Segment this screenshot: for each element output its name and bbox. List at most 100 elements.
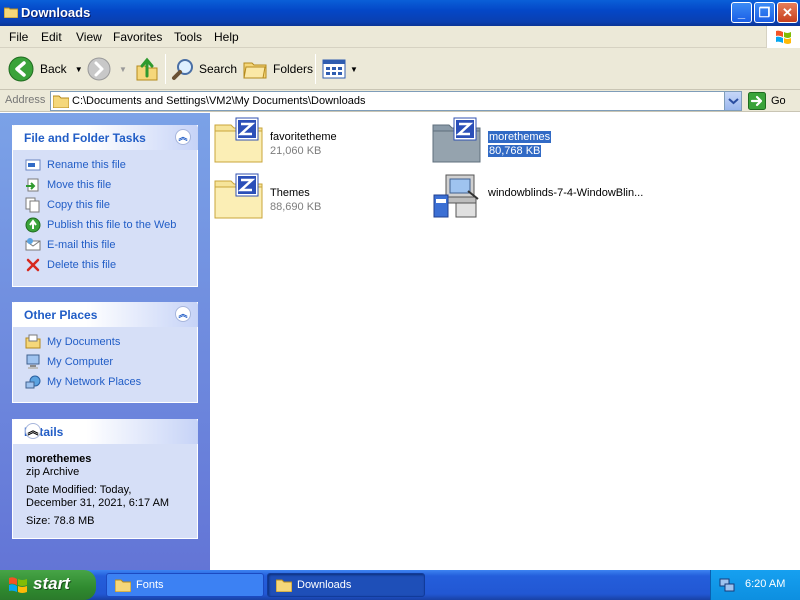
collapse-icon[interactable]: ︽	[175, 306, 191, 322]
search-button[interactable]: Search	[171, 54, 237, 84]
file-item-morethemes[interactable]: morethemes 80,768 KB	[432, 117, 652, 165]
go-arrow-icon	[748, 92, 766, 110]
copy-icon	[25, 197, 41, 213]
address-bar: Address C:\Documents and Settings\VM2\My…	[0, 90, 800, 112]
network-places-icon	[25, 374, 41, 390]
folder-icon	[276, 579, 292, 592]
details-modified-line1: Date Modified: Today,	[26, 484, 132, 496]
task-rename[interactable]: Rename this file	[25, 157, 126, 173]
folder-icon	[115, 579, 131, 592]
globe-icon	[25, 217, 41, 233]
task-email[interactable]: E-mail this file	[25, 237, 115, 253]
forward-arrow-icon	[87, 57, 111, 81]
clock[interactable]: 6:20 AM	[745, 578, 785, 590]
address-input[interactable]: C:\Documents and Settings\VM2\My Documen…	[50, 91, 742, 111]
email-icon	[25, 237, 41, 253]
taskbar-item-downloads[interactable]: Downloads	[267, 573, 425, 597]
folders-button[interactable]: Folders	[243, 54, 313, 84]
menu-bar: File Edit View Favorites Tools Help	[0, 26, 800, 48]
file-size: 21,060 KB	[270, 145, 322, 157]
window-title: Downloads	[21, 5, 91, 20]
views-icon	[322, 59, 346, 79]
back-button[interactable]: Back ▼	[8, 54, 83, 84]
panel-title: File and Folder Tasks	[24, 131, 146, 145]
forward-button[interactable]: ▼	[87, 54, 127, 84]
file-item-themes[interactable]: Themes 88,690 KB	[214, 173, 434, 221]
search-icon	[172, 59, 193, 80]
back-arrow-icon	[8, 56, 34, 82]
menu-view[interactable]: View	[76, 30, 102, 44]
details-file-type: zip Archive	[26, 466, 80, 478]
network-tray-icon[interactable]	[719, 577, 735, 593]
file-name: Themes	[270, 187, 310, 199]
file-size: 88,690 KB	[270, 201, 322, 213]
go-button[interactable]: Go	[748, 91, 786, 111]
file-item-windowblinds[interactable]: windowblinds-7-4-WindowBlin...	[432, 173, 692, 221]
move-icon	[25, 177, 41, 193]
views-dropdown-icon[interactable]: ▼	[350, 65, 358, 74]
minimize-button[interactable]: _	[731, 2, 752, 23]
chevron-down-icon	[728, 98, 739, 105]
close-button[interactable]: ✕	[777, 2, 798, 23]
file-name: windowblinds-7-4-WindowBlin...	[488, 187, 644, 199]
views-button[interactable]: ▼	[322, 54, 358, 84]
system-tray: 6:20 AM	[710, 570, 800, 600]
toolbar: Back ▼ ▼ Search Folders ▼	[0, 48, 800, 90]
details-size: Size: 78.8 MB	[26, 515, 95, 527]
taskbar: start Fonts Downloads 6:20 AM	[0, 570, 800, 600]
menu-favorites[interactable]: Favorites	[113, 30, 162, 44]
menu-edit[interactable]: Edit	[41, 30, 62, 44]
panel-header[interactable]: Other Places ︽	[12, 302, 198, 327]
collapse-icon[interactable]: ︽	[175, 129, 191, 145]
zip-folder-icon	[214, 117, 263, 163]
collapse-icon[interactable]: ︽	[25, 423, 41, 439]
address-label: Address	[5, 94, 46, 106]
menu-file[interactable]: File	[9, 30, 28, 44]
my-computer-icon	[25, 354, 41, 370]
title-bar[interactable]: Downloads _ ❐ ✕	[0, 0, 800, 26]
windows-logo-icon	[766, 26, 800, 48]
panel-header[interactable]: File and Folder Tasks ︽	[12, 125, 198, 150]
menu-tools[interactable]: Tools	[174, 30, 202, 44]
task-move[interactable]: Move this file	[25, 177, 111, 193]
start-button[interactable]: start	[0, 570, 96, 600]
forward-dropdown-icon[interactable]: ▼	[119, 65, 127, 74]
task-pane: File and Folder Tasks ︽ Rename this file…	[0, 113, 210, 570]
up-folder-icon	[136, 57, 158, 81]
panel-header[interactable]: Details ︽	[12, 419, 198, 444]
windows-logo-icon	[9, 577, 27, 593]
file-name: favoritetheme	[270, 131, 337, 143]
taskbar-item-fonts[interactable]: Fonts	[106, 573, 264, 597]
maximize-button[interactable]: ❐	[754, 2, 775, 23]
task-copy[interactable]: Copy this file	[25, 197, 110, 213]
file-view[interactable]: favoritetheme 21,060 KB morethemes 80,76…	[210, 113, 800, 570]
details-panel: Details ︽ morethemes zip Archive Date Mo…	[12, 419, 198, 539]
details-file-name: morethemes	[26, 453, 92, 465]
file-folder-tasks-panel: File and Folder Tasks ︽ Rename this file…	[12, 125, 198, 287]
panel-title: Other Places	[24, 308, 98, 322]
task-publish-web[interactable]: Publish this file to the Web	[25, 217, 176, 233]
place-my-network[interactable]: My Network Places	[25, 374, 141, 390]
place-my-documents[interactable]: My Documents	[25, 334, 120, 350]
file-size: 80,768 KB	[488, 145, 542, 157]
address-dropdown-button[interactable]	[724, 92, 741, 110]
address-path: C:\Documents and Settings\VM2\My Documen…	[72, 95, 366, 107]
file-item-favoritetheme[interactable]: favoritetheme 21,060 KB	[214, 117, 434, 165]
up-folder-button[interactable]	[135, 54, 159, 84]
task-delete[interactable]: Delete this file	[25, 257, 116, 273]
menu-help[interactable]: Help	[214, 30, 239, 44]
zip-folder-icon	[432, 117, 481, 163]
rename-icon	[25, 157, 41, 173]
my-documents-icon	[25, 334, 41, 350]
delete-x-icon	[25, 257, 41, 273]
folders-icon	[243, 62, 267, 79]
other-places-panel: Other Places ︽ My Documents My Computer …	[12, 302, 198, 403]
details-modified-line2: December 31, 2021, 6:17 AM	[26, 497, 170, 509]
back-dropdown-icon[interactable]: ▼	[75, 65, 83, 74]
folder-icon	[4, 7, 18, 18]
folder-icon	[53, 95, 69, 108]
installer-icon	[433, 174, 479, 218]
place-my-computer[interactable]: My Computer	[25, 354, 113, 370]
zip-folder-icon	[214, 173, 263, 219]
file-name: morethemes	[488, 131, 552, 143]
